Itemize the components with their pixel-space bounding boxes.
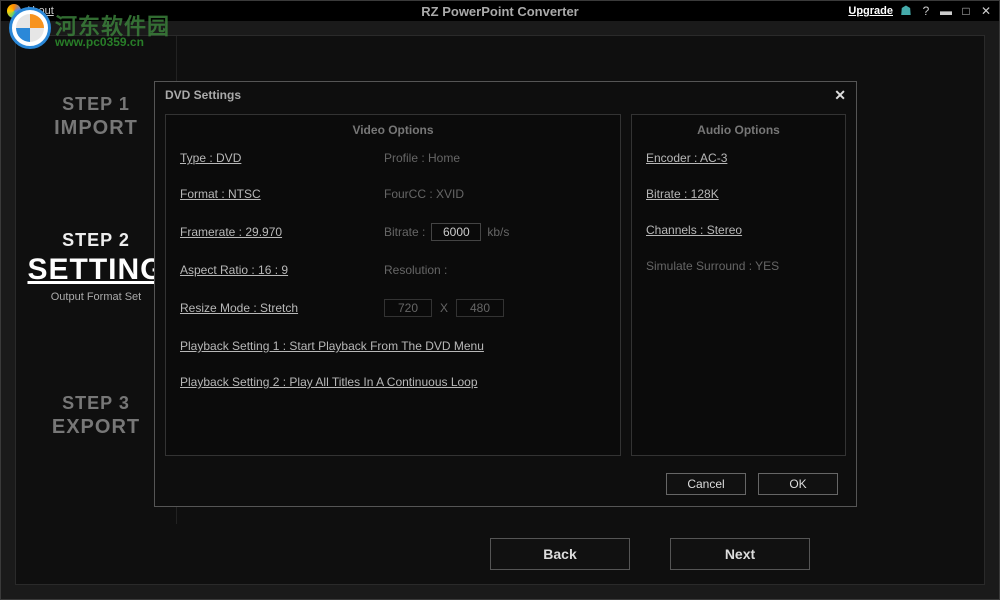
audio-options-panel: Audio Options Encoder : AC-3 Bitrate : 1… — [631, 114, 846, 456]
audio-options-content: Encoder : AC-3 Bitrate : 128K Channels :… — [632, 151, 845, 283]
type-link[interactable]: Type : DVD — [180, 151, 380, 165]
step-3[interactable]: STEP 3 EXPORT — [52, 393, 140, 439]
profile-text: Profile : Home — [384, 151, 606, 165]
step-3-num: STEP 3 — [52, 393, 140, 414]
dialog-close-icon[interactable]: ✕ — [834, 87, 846, 104]
audio-options-header: Audio Options — [632, 115, 845, 151]
dialog-footer: Cancel OK — [155, 462, 856, 506]
dialog-body: Video Options Type : DVD Profile : Home … — [155, 108, 856, 462]
channels-link[interactable]: Channels : Stereo — [646, 223, 742, 237]
app-title: RZ PowerPoint Converter — [421, 4, 578, 19]
close-icon[interactable]: ✕ — [979, 4, 993, 18]
nav-buttons: Back Next — [16, 524, 984, 584]
dialog-titlebar: DVD Settings ✕ — [155, 82, 856, 108]
step-sidebar: STEP 1 IMPORT STEP 2 SETTING Output Form… — [16, 36, 176, 524]
encoder-link[interactable]: Encoder : AC-3 — [646, 151, 727, 165]
res-h-input — [456, 299, 504, 317]
step-1[interactable]: STEP 1 IMPORT — [54, 94, 138, 140]
aspect-link[interactable]: Aspect Ratio : 16 : 9 — [180, 263, 380, 277]
resolution-row: X — [384, 299, 606, 317]
title-right: Upgrade ☗ ? ▬ □ ✕ — [848, 4, 993, 18]
step-2-name: SETTING — [27, 253, 164, 287]
title-bar: About RZ PowerPoint Converter Upgrade ☗ … — [1, 1, 999, 21]
step-2[interactable]: STEP 2 SETTING Output Format Set — [27, 230, 164, 303]
res-w-input — [384, 299, 432, 317]
resize-link[interactable]: Resize Mode : Stretch — [180, 301, 380, 315]
surround-text: Simulate Surround : YES — [646, 259, 779, 273]
help-icon[interactable]: ? — [919, 4, 933, 18]
video-options-panel: Video Options Type : DVD Profile : Home … — [165, 114, 621, 456]
cancel-button[interactable]: Cancel — [666, 473, 746, 495]
bitrate-input[interactable] — [431, 223, 481, 241]
video-options-header: Video Options — [166, 115, 620, 151]
playback-1-link[interactable]: Playback Setting 1 : Start Playback From… — [180, 339, 484, 353]
audio-bitrate-link[interactable]: Bitrate : 128K — [646, 187, 719, 201]
title-left: About — [7, 4, 54, 18]
step-3-name: EXPORT — [52, 416, 140, 439]
res-x-label: X — [440, 301, 448, 315]
bitrate-label: Bitrate : — [384, 225, 425, 239]
bitrate-unit: kb/s — [487, 225, 509, 239]
step-2-caption: Output Format Set — [27, 291, 164, 303]
minimize-icon[interactable]: ▬ — [939, 4, 953, 18]
back-button[interactable]: Back — [490, 538, 630, 570]
bitrate-row: Bitrate : kb/s — [384, 223, 606, 241]
about-link[interactable]: About — [25, 5, 54, 17]
step-1-name: IMPORT — [54, 117, 138, 140]
step-2-num: STEP 2 — [27, 230, 164, 251]
next-button[interactable]: Next — [670, 538, 810, 570]
ok-button[interactable]: OK — [758, 473, 838, 495]
fourcc-text: FourCC : XVID — [384, 187, 606, 201]
playback-2-link[interactable]: Playback Setting 2 : Play All Titles In … — [180, 375, 478, 389]
gift-icon[interactable]: ☗ — [899, 4, 913, 18]
dialog-title-text: DVD Settings — [165, 88, 241, 102]
resolution-label: Resolution : — [384, 263, 606, 277]
upgrade-link[interactable]: Upgrade — [848, 5, 893, 17]
app-icon — [7, 4, 21, 18]
video-options-content: Type : DVD Profile : Home Format : NTSC … — [166, 151, 620, 399]
maximize-icon[interactable]: □ — [959, 4, 973, 18]
step-1-num: STEP 1 — [54, 94, 138, 115]
dvd-settings-dialog: DVD Settings ✕ Video Options Type : DVD … — [154, 81, 857, 507]
format-link[interactable]: Format : NTSC — [180, 187, 380, 201]
framerate-link[interactable]: Framerate : 29.970 — [180, 225, 380, 239]
